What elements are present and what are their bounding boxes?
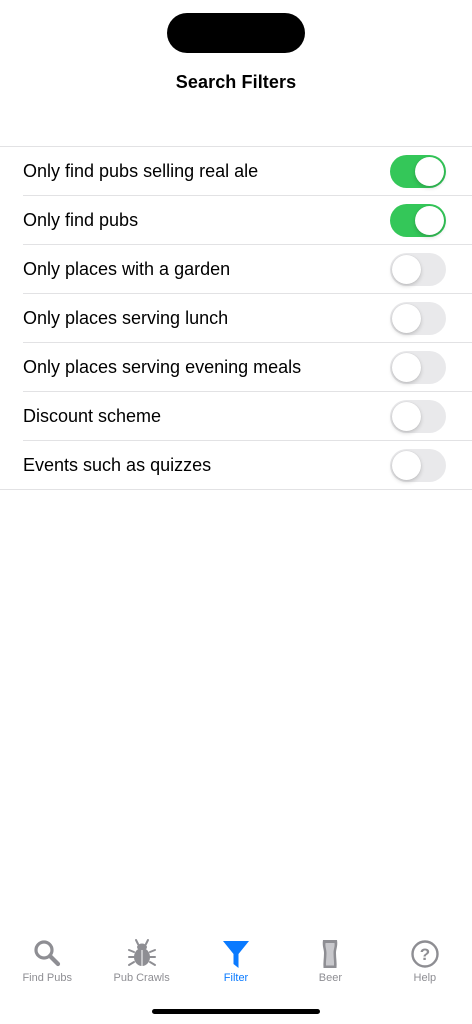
- tab-bar: Find Pubs Pub Crawls Filter Beer ? Help: [0, 930, 472, 990]
- tab-filter[interactable]: Filter: [189, 930, 283, 990]
- toggle-knob: [392, 304, 421, 333]
- real-ale-toggle[interactable]: [390, 155, 446, 188]
- tab-label: Beer: [318, 972, 343, 984]
- filter-label: Only places serving evening meals: [23, 356, 302, 377]
- filter-list: Only find pubs selling real ale Only fin…: [0, 146, 472, 490]
- filter-row-discount: Discount scheme: [23, 392, 472, 441]
- bug-icon: [127, 939, 156, 966]
- tab-help[interactable]: ? Help: [378, 930, 472, 990]
- filter-row-pubs-only: Only find pubs: [23, 196, 472, 245]
- tab-label: Filter: [223, 972, 249, 984]
- filter-row-lunch: Only places serving lunch: [23, 294, 472, 343]
- filter-label: Discount scheme: [23, 405, 162, 426]
- toggle-knob: [392, 255, 421, 284]
- pint-glass-icon: [323, 940, 338, 968]
- tab-label: Help: [413, 972, 437, 984]
- magnifier-icon: [34, 940, 61, 967]
- toggle-knob: [415, 206, 444, 235]
- filter-label: Events such as quizzes: [23, 454, 212, 475]
- filter-label: Only places with a garden: [23, 258, 231, 279]
- garden-toggle[interactable]: [390, 253, 446, 286]
- toggle-knob: [392, 353, 421, 382]
- tab-label: Pub Crawls: [113, 972, 170, 984]
- question-circle-icon: ?: [411, 940, 439, 968]
- discount-toggle[interactable]: [390, 400, 446, 433]
- filter-row-events: Events such as quizzes: [23, 441, 472, 489]
- funnel-icon: [223, 941, 250, 968]
- filter-label: Only find pubs: [23, 209, 139, 230]
- toggle-knob: [392, 402, 421, 431]
- filter-row-evening-meals: Only places serving evening meals: [23, 343, 472, 392]
- evening-meals-toggle[interactable]: [390, 351, 446, 384]
- filter-row-garden: Only places with a garden: [23, 245, 472, 294]
- filter-label: Only places serving lunch: [23, 307, 229, 328]
- tab-label: Find Pubs: [22, 972, 72, 984]
- tab-find-pubs[interactable]: Find Pubs: [0, 930, 94, 990]
- filter-row-real-ale: Only find pubs selling real ale: [23, 147, 472, 196]
- lunch-toggle[interactable]: [390, 302, 446, 335]
- svg-text:?: ?: [420, 945, 430, 964]
- page-title: Search Filters: [175, 72, 297, 92]
- toggle-knob: [415, 157, 444, 186]
- pubs-only-toggle[interactable]: [390, 204, 446, 237]
- home-indicator: [152, 1009, 320, 1014]
- dynamic-island: [167, 13, 305, 53]
- toggle-knob: [392, 451, 421, 480]
- tab-pub-crawls[interactable]: Pub Crawls: [94, 930, 188, 990]
- tab-beer[interactable]: Beer: [283, 930, 377, 990]
- filter-label: Only find pubs selling real ale: [23, 160, 259, 181]
- events-toggle[interactable]: [390, 449, 446, 482]
